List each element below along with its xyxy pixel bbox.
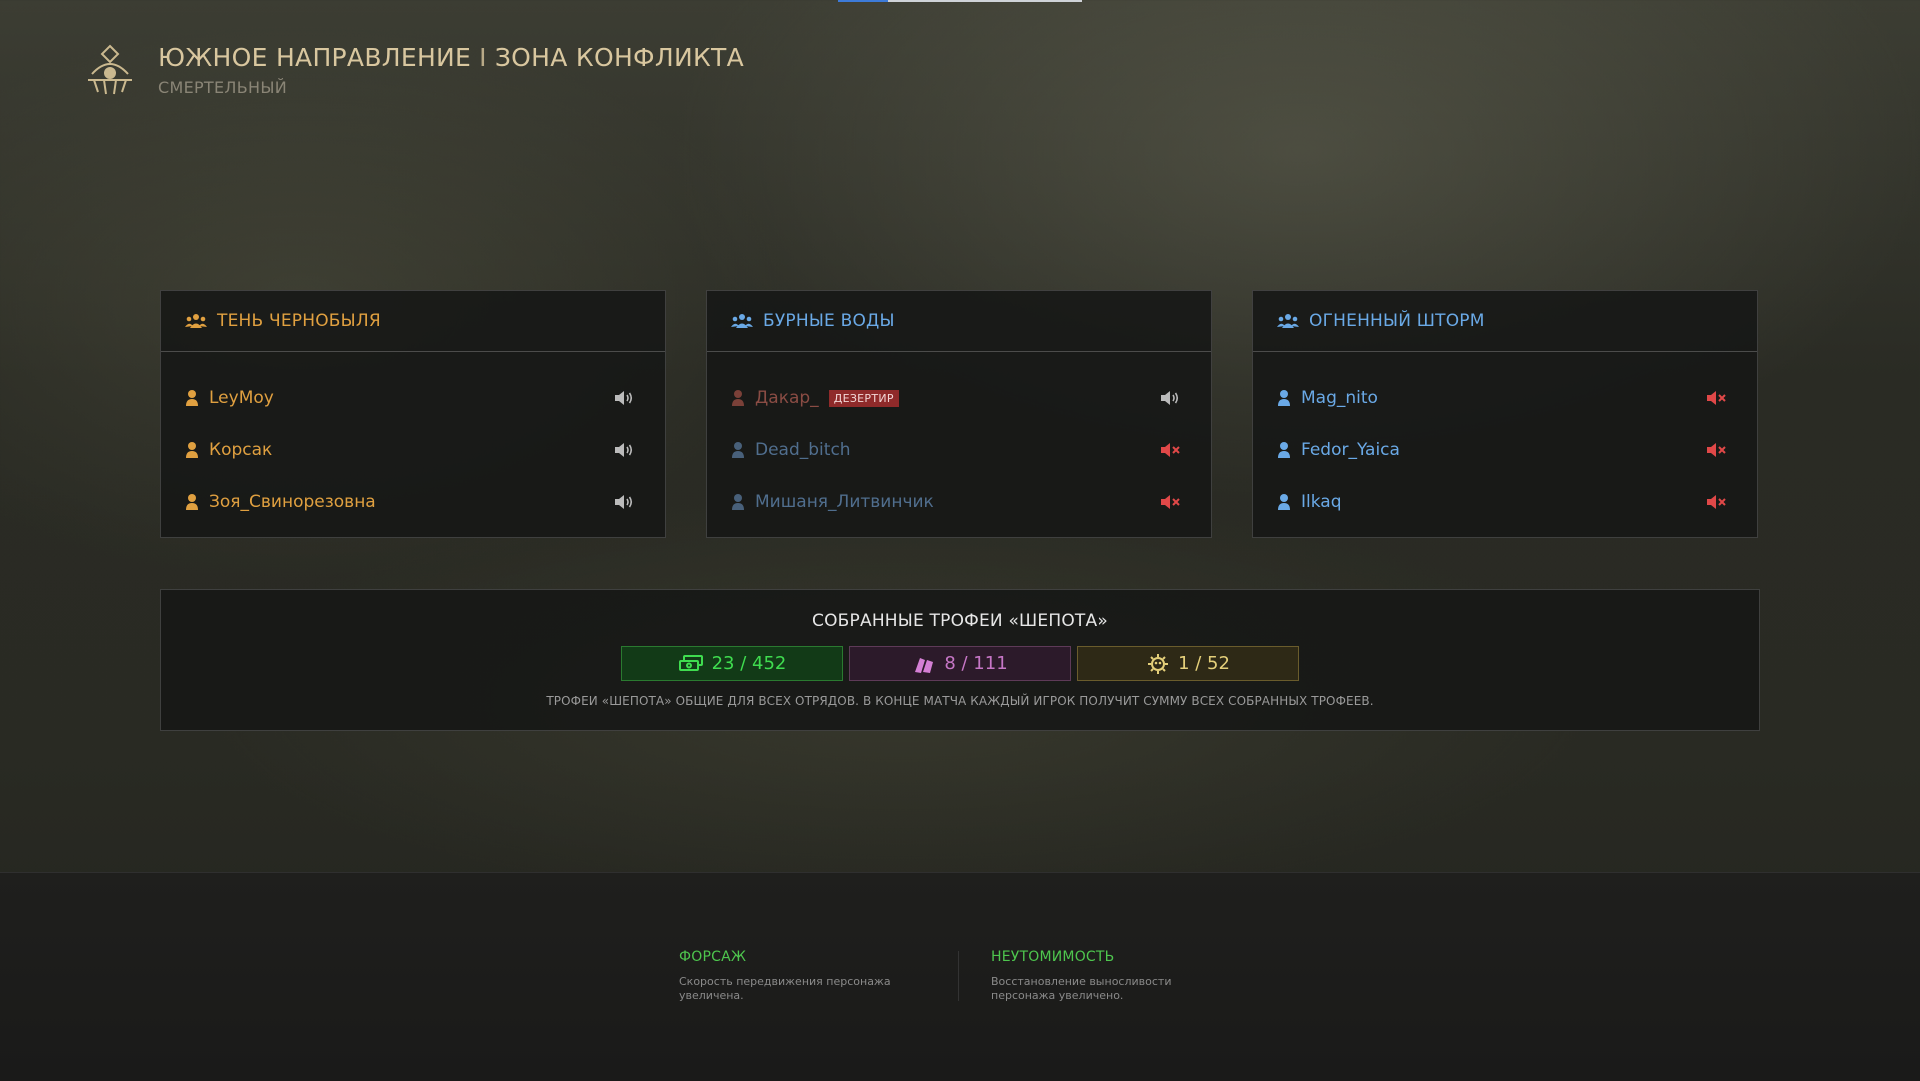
title-separator: I: [479, 43, 487, 72]
speaker-muted-icon[interactable]: [1705, 389, 1727, 407]
trophies-title: СОБРАННЫЕ ТРОФЕИ «ШЕПОТА»: [812, 611, 1108, 631]
player-icon: [732, 494, 744, 510]
player-icon: [732, 442, 744, 458]
player-row[interactable]: Зоя_Свинорезовна: [161, 476, 665, 528]
trophy-counter-paint: 8 / 111: [849, 646, 1071, 681]
speaker-muted-icon[interactable]: [1159, 493, 1181, 511]
squad-name: ТЕНЬ ЧЕРНОБЫЛЯ: [217, 311, 381, 331]
trophy-counter-cash: 23 / 452: [621, 646, 843, 681]
speaker-muted-icon[interactable]: [1705, 493, 1727, 511]
trophy-count: 1 / 52: [1178, 653, 1230, 674]
mission-mode: ЗОНА КОНФЛИКТА: [494, 43, 744, 72]
player-row[interactable]: Дакар_ ДЕЗЕРТИР: [707, 372, 1211, 424]
player-row[interactable]: LeyMoy: [161, 372, 665, 424]
perks-bar: ФОРСАЖ Скорость передвижения персонажа у…: [0, 872, 1920, 1081]
gear-skull-icon: [1148, 653, 1169, 674]
cash-stack-icon: [678, 654, 703, 671]
squad-group-icon: [731, 314, 753, 328]
player-row[interactable]: Корсак: [161, 424, 665, 476]
squad-card-3: ОГНЕННЫЙ ШТОРМ Mag_nito Fedor_Yaica Ilka…: [1252, 290, 1758, 538]
player-row[interactable]: Mag_nito: [1253, 372, 1757, 424]
trophies-note: ТРОФЕИ «ШЕПОТА» ОБЩИЕ ДЛЯ ВСЕХ ОТРЯДОВ. …: [546, 694, 1374, 708]
squad-player-list: Mag_nito Fedor_Yaica Ilkaq: [1253, 352, 1757, 528]
player-icon: [1278, 390, 1290, 406]
trophy-counters: 23 / 452 8 / 111 1 / 52: [621, 646, 1305, 681]
player-row[interactable]: Dead_bitch: [707, 424, 1211, 476]
trophy-counter-gear: 1 / 52: [1077, 646, 1299, 681]
mission-emblem-icon: [88, 44, 132, 95]
player-name: Dead_bitch: [755, 440, 851, 460]
mission-difficulty: СМЕРТЕЛЬНЫЙ: [158, 78, 288, 97]
speaker-icon[interactable]: [1159, 389, 1181, 407]
player-icon: [186, 442, 198, 458]
squad-header: ОГНЕННЫЙ ШТОРМ: [1253, 291, 1757, 352]
player-icon: [732, 390, 744, 406]
perk-item: ФОРСАЖ Скорость передвижения персонажа у…: [679, 949, 899, 1003]
squad-group-icon: [1277, 314, 1299, 328]
squad-name: БУРНЫЕ ВОДЫ: [763, 311, 895, 331]
player-name: Корсак: [209, 440, 273, 460]
perk-description: Восстановление выносливости персонажа ув…: [991, 975, 1172, 1002]
trophy-count: 23 / 452: [711, 653, 787, 674]
perk-title: НЕУТОМИМОСТЬ: [991, 949, 1115, 965]
squad-name: ОГНЕННЫЙ ШТОРМ: [1309, 311, 1485, 331]
player-name: Fedor_Yaica: [1301, 440, 1400, 460]
speaker-icon[interactable]: [613, 441, 635, 459]
squad-card-2: БУРНЫЕ ВОДЫ Дакар_ ДЕЗЕРТИР Dead_bitch М…: [706, 290, 1212, 538]
squad-card-1: ТЕНЬ ЧЕРНОБЫЛЯ LeyMoy Корсак Зоя_Свиноре…: [160, 290, 666, 538]
player-icon: [1278, 494, 1290, 510]
player-name: Ilkaq: [1301, 492, 1342, 512]
trophies-panel: СОБРАННЫЕ ТРОФЕИ «ШЕПОТА» 23 / 452 8 / 1…: [160, 589, 1760, 731]
trophy-count: 8 / 111: [944, 653, 1008, 674]
player-row[interactable]: Ilkaq: [1253, 476, 1757, 528]
speaker-icon[interactable]: [613, 389, 635, 407]
player-icon: [1278, 442, 1290, 458]
player-row[interactable]: Мишаня_Литвинчик: [707, 476, 1211, 528]
mission-title: ЮЖНОЕ НАПРАВЛЕНИЕ I ЗОНА КОНФЛИКТА: [158, 43, 744, 72]
speaker-icon[interactable]: [613, 493, 635, 511]
player-icon: [186, 494, 198, 510]
speaker-muted-icon[interactable]: [1159, 441, 1181, 459]
mission-header: ЮЖНОЕ НАПРАВЛЕНИЕ I ЗОНА КОНФЛИКТА СМЕРТЕЛ…: [80, 40, 744, 100]
squad-header: БУРНЫЕ ВОДЫ: [707, 291, 1211, 352]
squads-panel: ТЕНЬ ЧЕРНОБЫЛЯ LeyMoy Корсак Зоя_Свиноре…: [160, 290, 1760, 540]
player-name: LeyMoy: [209, 388, 274, 408]
squad-header: ТЕНЬ ЧЕРНОБЫЛЯ: [161, 291, 665, 352]
perk-item: НЕУТОМИМОСТЬ Восстановление выносливости…: [991, 949, 1211, 1003]
player-row[interactable]: Fedor_Yaica: [1253, 424, 1757, 476]
player-name: Зоя_Свинорезовна: [209, 492, 376, 512]
player-name: Мишаня_Литвинчик: [755, 492, 934, 512]
perk-description: Скорость передвижения персонажа увеличен…: [679, 975, 891, 1002]
perk-title: ФОРСАЖ: [679, 949, 747, 965]
deserter-badge: ДЕЗЕРТИР: [828, 389, 899, 407]
squad-player-list: Дакар_ ДЕЗЕРТИР Dead_bitch Мишаня_Литвин…: [707, 352, 1211, 528]
player-name: Дакар_: [755, 388, 819, 408]
player-icon: [186, 390, 198, 406]
mission-location: ЮЖНОЕ НАПРАВЛЕНИЕ: [158, 43, 472, 72]
top-progress-indicator: [838, 0, 1082, 2]
paint-cans-icon: [915, 657, 934, 673]
player-name: Mag_nito: [1301, 388, 1378, 408]
squad-player-list: LeyMoy Корсак Зоя_Свинорезовна: [161, 352, 665, 528]
speaker-muted-icon[interactable]: [1705, 441, 1727, 459]
top-progress-segment: [838, 0, 888, 2]
perk-divider: [958, 951, 959, 1001]
squad-group-icon: [185, 314, 207, 328]
